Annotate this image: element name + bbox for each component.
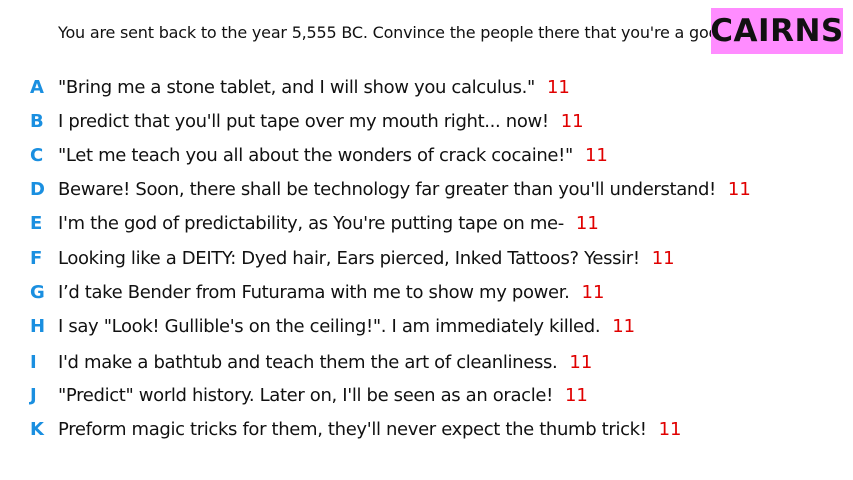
answer-text: "Predict" world history. Later on, I'll …	[58, 384, 553, 406]
answer-text: "Let me teach you all about the wonders …	[58, 144, 573, 166]
answer-text: Beware! Soon, there shall be technology …	[58, 178, 716, 200]
answer-score: 11	[727, 178, 751, 200]
answer-row-f: F Looking like a DEITY: Dyed hair, Ears …	[30, 245, 675, 271]
answer-letter: J	[30, 384, 37, 406]
answer-row-j: J "Predict" world history. Later on, I'l…	[30, 382, 588, 408]
answer-score: 11	[564, 384, 588, 406]
answer-letter: E	[30, 212, 43, 234]
answer-score: 11	[651, 247, 675, 269]
answer-text: I’d take Bender from Futurama with me to…	[58, 281, 570, 303]
answer-row-d: D Beware! Soon, there shall be technolog…	[30, 176, 751, 202]
answer-row-e: E I'm the god of predictability, as You'…	[30, 210, 599, 236]
answer-row-k: K Preform magic tricks for them, they'll…	[30, 416, 682, 442]
answer-row-h: H I say "Look! Gullible's on the ceiling…	[30, 313, 635, 339]
answer-text: I say "Look! Gullible's on the ceiling!"…	[58, 315, 601, 337]
answer-text: I'm the god of predictability, as You're…	[58, 212, 564, 234]
answer-letter: C	[30, 144, 44, 166]
answer-letter: H	[30, 315, 46, 337]
answer-score: 11	[581, 281, 605, 303]
answer-score: 11	[546, 76, 570, 98]
answer-text: Preform magic tricks for them, they'll n…	[58, 418, 647, 440]
answer-row-b: B I predict that you'll put tape over my…	[30, 108, 584, 134]
answer-letter: A	[30, 76, 44, 98]
answer-letter: K	[30, 418, 44, 440]
answer-letter: G	[30, 281, 45, 303]
answer-score: 11	[612, 315, 636, 337]
answer-letter: F	[30, 247, 43, 269]
answer-score: 11	[658, 418, 682, 440]
answer-row-g: G I’d take Bender from Futurama with me …	[30, 279, 604, 305]
answer-text: Looking like a DEITY: Dyed hair, Ears pi…	[58, 247, 640, 269]
answer-score: 11	[584, 144, 608, 166]
answer-row-a: A "Bring me a stone tablet, and I will s…	[30, 74, 570, 100]
answer-row-c: C "Let me teach you all about the wonder…	[30, 142, 608, 168]
answer-score: 11	[560, 110, 584, 132]
answer-letter: D	[30, 178, 45, 200]
answer-list: A "Bring me a stone tablet, and I will s…	[0, 0, 853, 480]
answer-score: 11	[569, 351, 593, 373]
answer-letter: I	[30, 351, 37, 373]
answer-text: "Bring me a stone tablet, and I will sho…	[58, 76, 535, 98]
answer-text: I predict that you'll put tape over my m…	[58, 110, 549, 132]
answer-row-i: I I'd make a bathtub and teach them the …	[30, 349, 592, 375]
answer-letter: B	[30, 110, 44, 132]
answer-score: 11	[575, 212, 599, 234]
answer-text: I'd make a bathtub and teach them the ar…	[58, 351, 558, 373]
